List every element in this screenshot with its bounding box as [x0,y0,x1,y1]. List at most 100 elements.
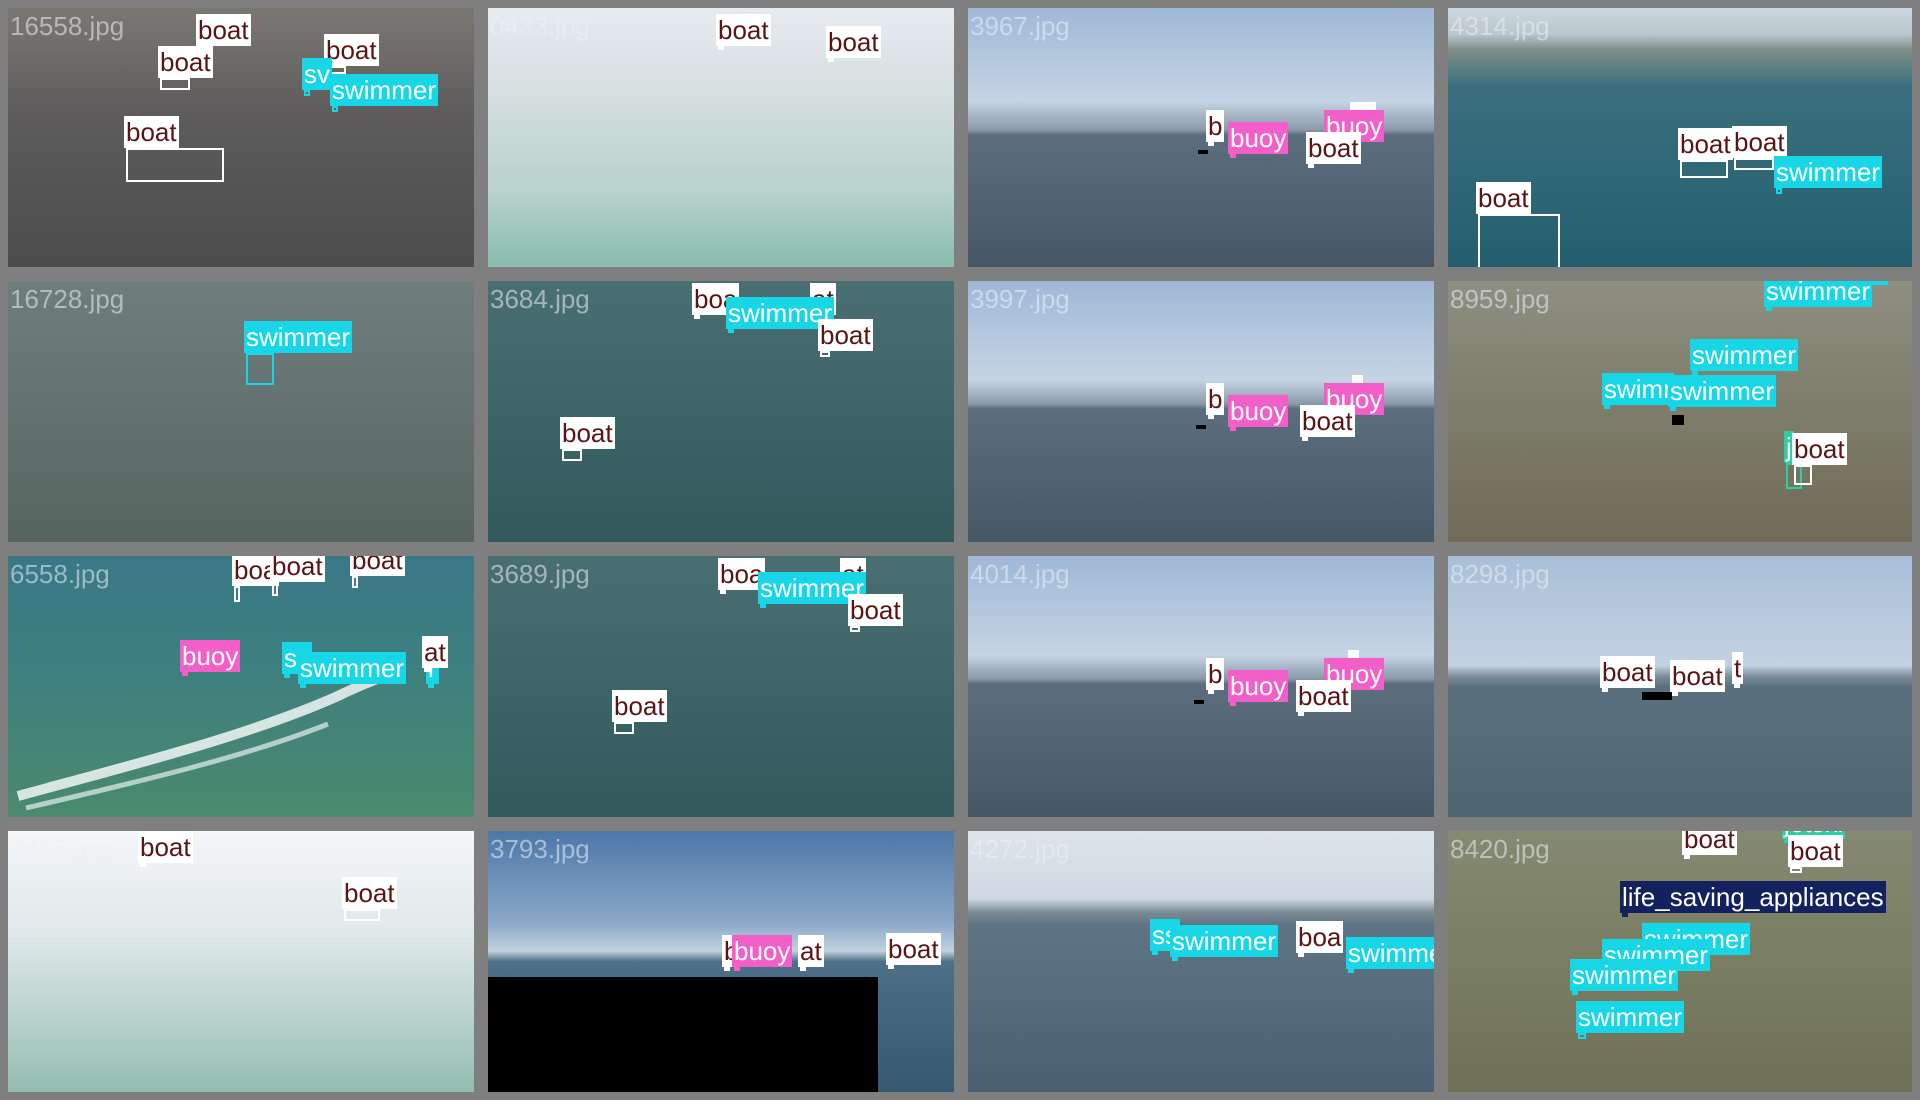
detection-label: swimmer [1170,925,1278,957]
tile-8420: 8420.jpg boat jetski boat life_saving_ap… [1440,823,1920,1100]
tile-4314: 4314.jpg boat boat swimmer boat [1440,0,1920,275]
detection-swimmer: swimmer [1764,281,1872,311]
tile-6558: 6558.jpg boa boat boat buoy ss swimmer r… [0,548,482,825]
detection-label: boat [1670,660,1725,692]
detection-label: swimmer [1668,375,1776,407]
detection-label: swimmer [1764,276,1872,307]
detection-label: buoy [1228,670,1289,702]
detection-label: swimmer [244,321,352,353]
detection-label: boat [1476,182,1531,214]
detection-boat: boat [1670,660,1725,696]
detection-label: boat [886,933,941,965]
detection-swimmer: swimmer [1570,959,1678,995]
detection-label: boat [196,14,251,46]
tile-16728: 16728.jpg swimmer [0,273,482,550]
detection-label: swimmer [330,74,438,106]
detection-label: boat [1600,656,1655,688]
detection-label: buoy [1228,395,1289,427]
mask-block [1672,415,1684,425]
detection-label: boat [124,116,179,148]
detection-label: swimmer [298,652,406,684]
detection-label: t [1732,652,1744,684]
detection-label: boat [342,877,397,909]
detection-label: b [1206,383,1225,415]
detection-boat: boat [270,556,325,596]
detection-boat: boat [124,116,224,182]
detection-boat: b [1206,383,1225,419]
detection-label: at [422,636,448,668]
tile-3405: 3405.jpg boat boat [0,823,482,1100]
detection-boat: at [798,935,824,971]
detection-swimmer: swimmer [244,321,352,385]
detection-label: buoy [180,640,241,672]
tile-3684: 3684.jpg boa at swimmer boat boat [480,273,962,550]
detection-label: boat [1792,433,1847,465]
tile-3793: 3793.jpg b buoy at boat [480,823,962,1100]
tile-photo [8,831,474,1092]
detection-boat: boat [1306,132,1361,168]
detection-boat: b [722,935,741,971]
detection-boat: boat [350,556,405,588]
detection-label: boat [1306,132,1361,164]
detection-swimmer: swimmer [330,74,438,112]
detection-swimmer: sv [302,58,332,96]
tile-photo [8,281,474,542]
detection-label: buoy [1228,122,1289,154]
detection-label: boat [1296,680,1351,712]
detection-swimmer: swimmer [1774,156,1882,194]
detection-boat: boat [1600,656,1655,692]
boat-wake [16,663,406,811]
detection-boat: at [422,636,448,672]
mask-block [1196,425,1206,429]
detection-life-saving-appliances: life_saving_appliances [1620,881,1886,917]
detection-label: boat [1732,126,1787,158]
detection-boat: boat [1678,128,1733,178]
detection-boat: boat [612,690,667,734]
detection-boat: boat [826,26,881,62]
detection-boat: t [1732,652,1744,688]
tile-8298: 8298.jpg boat t boat [1440,548,1920,825]
detection-buoy: buoy [1228,670,1289,706]
detection-label: sv [302,58,332,90]
tile-3997: 3997.jpg b buoy t buoy boat [960,273,1442,550]
detection-swimmer: swimmer [298,652,406,688]
mask-block [1194,700,1204,704]
tile-8959: 8959.jpg swimmer swimmer swimmer swimr s… [1440,273,1920,550]
detection-boat: boat [1476,182,1560,267]
detection-label: boat [1682,824,1737,855]
detection-label: swimmer [1346,937,1434,969]
detection-label: buoy [732,935,793,967]
tile-photo [8,8,474,267]
detection-buoy: buoy [732,935,793,971]
detection-label: boat [818,319,873,351]
detection-label: boat [1788,835,1843,867]
detection-label: boat [324,34,379,66]
tile-3689: 3689.jpg boa at swimmer boat boat [480,548,962,825]
detection-label: swimmer [1690,339,1798,371]
tile-16558: 16558.jpg boat boat boat boat sv swimmer [0,0,482,275]
detection-label: boat [270,551,325,582]
detection-boat: boat [818,319,873,357]
detection-boat: boat [158,46,213,90]
detection-boat: boa [1296,921,1344,957]
detection-boat: boat [342,877,397,921]
detection-swimmer: swimmer [1170,925,1278,961]
detection-boat: boa [718,558,766,594]
detection-label: swimr [1602,373,1674,405]
detection-boat: boat [1682,831,1737,859]
detection-buoy: buoy [1228,122,1289,158]
detection-label: swimmer [1774,156,1882,188]
detection-boat: boat [1788,835,1843,873]
detection-label: boat [1678,128,1733,160]
detection-boat: boat [1300,405,1355,441]
detection-label: swimmer [1576,1001,1684,1033]
detection-label: boat [158,46,213,78]
detection-label: life_saving_appliances [1620,881,1886,913]
detection-boat: boat [560,417,615,461]
tile-photo [488,281,954,542]
detection-label: boat [826,26,881,58]
detection-label: swimmer [1570,959,1678,991]
detection-swimmer: swimmer [1576,1001,1684,1039]
detection-boat: boat [848,594,903,632]
detection-buoy: buoy [1228,395,1289,431]
